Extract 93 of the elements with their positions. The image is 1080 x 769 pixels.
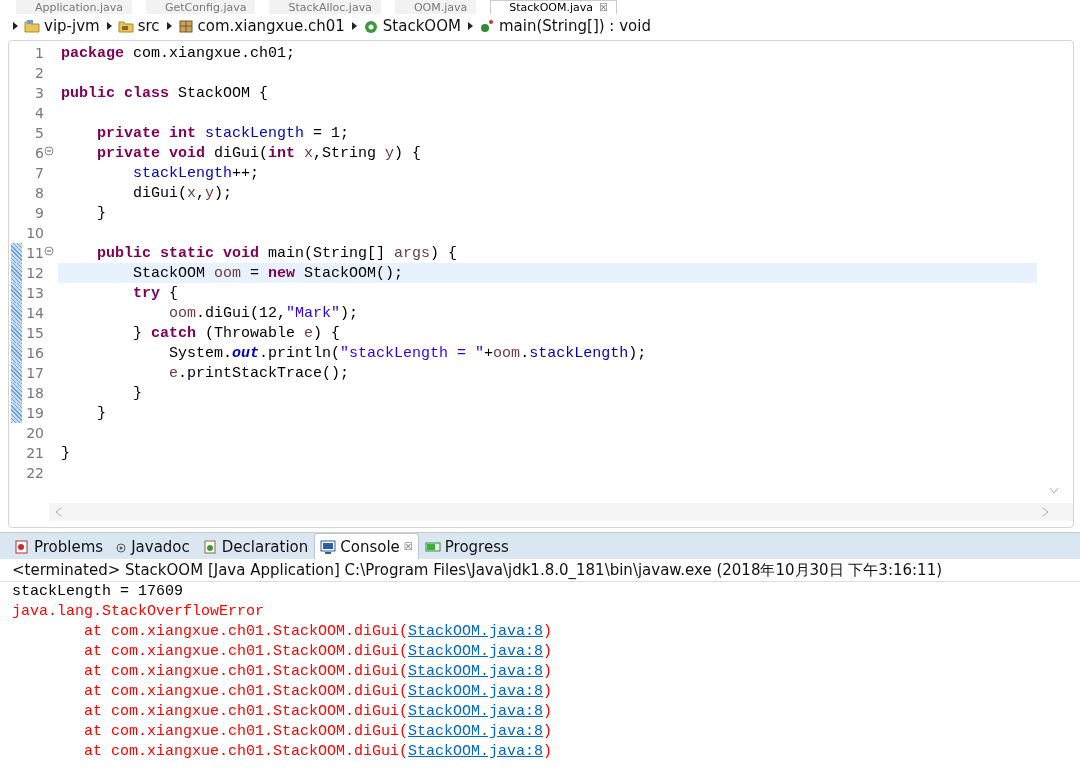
line-number: 16 [25,345,44,361]
code-line: package com.xiangxue.ch01; [61,44,296,62]
line-number: 22 [25,465,44,481]
chevron-right-icon [165,21,174,31]
code-line: StackOOM oom = new StackOOM(); [132,264,404,282]
stack-trace-line: at com.xiangxue.ch01.StackOOM.diGui(StackOOM.java:8) [83,702,554,722]
code-line: } [96,204,106,222]
source-link[interactable]: StackOOM.java:8 [408,703,544,720]
line-number: 11 [25,245,44,261]
code-line: diGui(x,y); [132,184,233,202]
project-folder-icon [24,18,40,34]
collapse-icon[interactable] [44,246,54,256]
source-link[interactable]: StackOOM.java:8 [408,743,544,760]
chevron-right-icon [105,21,114,31]
method-icon [478,18,495,34]
line-number: 13 [25,285,44,301]
code-line: public class StackOOM { [61,84,269,102]
scroll-right-icon [1041,507,1049,517]
console-icon [320,538,337,555]
editor-tab[interactable]: StackOOM.java ☒ [490,0,618,14]
code-line: private int stackLength = 1; [96,124,350,142]
code-line: } catch (Throwable e) { [132,324,341,342]
horizontal-scrollbar[interactable] [49,503,1073,521]
breadcrumb-item[interactable]: vip-jvm [44,17,100,35]
breadcrumb-item[interactable]: src [137,17,160,35]
panel-tab[interactable]: Problems [8,533,110,559]
line-number: 19 [25,405,44,421]
scroll-left-icon [55,507,63,517]
code-line: e.printStackTrace(); [168,364,350,382]
console-header: <terminated> StackOOM [Java Application] C:\Program Files\Java\jdk1.8.0_181\bin\javaw.exe (2018年10月30日 下午3:16:11) [0,559,1080,582]
line-number: 10 [25,225,44,241]
breadcrumb-item[interactable]: StackOOM [382,17,461,35]
class-icon [362,18,379,34]
source-link[interactable]: StackOOM.java:8 [408,623,544,640]
code-line: } [96,404,106,422]
line-number: 7 [34,165,44,181]
breadcrumb-item[interactable]: com.xiangxue.ch01 [197,17,345,35]
panel-tab[interactable]: Console ☒ [314,533,419,559]
source-link[interactable]: StackOOM.java:8 [408,683,544,700]
breadcrumb-item[interactable]: main(String[]) : void [498,17,651,35]
editor-tab[interactable]: StackAlloc.java [269,0,381,14]
line-number: 15 [25,325,44,341]
package-icon [177,18,194,34]
code-line: stackLength++; [132,164,260,182]
source-folder-icon [117,18,134,34]
stack-trace-line: at com.xiangxue.ch01.StackOOM.diGui(StackOOM.java:8) [83,682,554,702]
line-number: 18 [25,385,44,401]
line-number: 3 [34,85,44,101]
line-number: 9 [34,205,44,221]
chevron-right-icon [466,21,475,31]
code-line: } [61,444,70,462]
line-number: 17 [25,365,44,381]
code-line: System.out.println("stackLength = "+oom.stackLength); [168,344,647,362]
chevron-right-icon [12,21,20,31]
stack-trace-line: at com.xiangxue.ch01.StackOOM.diGui(StackOOM.java:8) [83,622,554,642]
line-number: 1 [34,45,44,61]
source-link[interactable]: StackOOM.java:8 [408,663,544,680]
console-line: stackLength = 17609 [11,582,185,602]
panel-tab[interactable]: Javadoc [109,533,196,559]
editor-tab[interactable]: GetConfig.java [146,0,256,14]
stack-trace-line: at com.xiangxue.ch01.StackOOM.diGui(StackOOM.java:8) [83,722,554,742]
code-line: } [132,384,142,402]
chevron-right-icon [350,21,359,31]
panel-tab[interactable]: Progress [418,533,515,559]
line-number: 14 [25,305,44,321]
console-line: java.lang.StackOverflowError [11,602,266,622]
line-number: 8 [34,185,44,201]
line-number: 2 [34,65,44,81]
code-line: oom.diGui(12,"Mark"); [168,304,359,322]
close-icon[interactable]: ☒ [403,541,413,552]
code-editor[interactable] [8,40,1074,528]
stack-trace-line: at com.xiangxue.ch01.StackOOM.diGui(StackOOM.java:8) [83,642,554,662]
code-line: private void diGui(int x,String y) { [96,144,422,162]
stack-trace-line: at com.xiangxue.ch01.StackOOM.diGui(StackOOM.java:8) [83,742,554,762]
scroll-down-icon [1049,487,1059,495]
editor-tab[interactable]: OOM.java [394,0,477,14]
stack-trace-line: at com.xiangxue.ch01.StackOOM.diGui(StackOOM.java:8) [83,662,554,682]
problems-icon [14,538,30,555]
line-number: 12 [25,265,44,281]
editor-tab[interactable]: Application.java [16,0,132,14]
collapse-icon[interactable] [44,146,54,156]
panel-tab[interactable]: Declaration [195,533,315,559]
source-link[interactable]: StackOOM.java:8 [408,723,544,740]
code-line: public static void main(String[] args) { [96,244,458,262]
declaration-icon [201,538,218,555]
source-link[interactable]: StackOOM.java:8 [408,643,544,660]
line-number: 4 [34,105,44,121]
line-number: 6 [34,145,44,161]
line-number: 20 [25,425,44,441]
close-icon[interactable]: ☒ [599,1,609,14]
code-line: try { [132,284,179,302]
line-number: 21 [25,445,44,461]
line-number: 5 [34,125,44,141]
